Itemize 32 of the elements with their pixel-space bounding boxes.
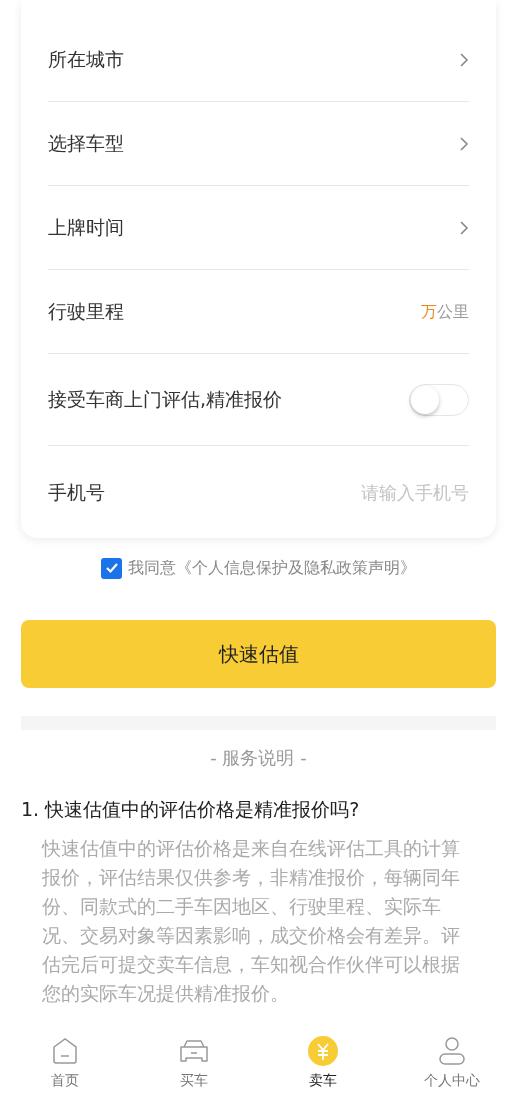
- toggle-switch[interactable]: [409, 383, 469, 416]
- person-icon: [437, 1036, 468, 1066]
- form-label: 上牌时间: [48, 215, 124, 241]
- form-label: 行驶里程: [48, 299, 124, 325]
- unit-label: 公里: [437, 300, 469, 323]
- section-heading: - 服务说明 -: [209, 746, 308, 770]
- tab-bar-item[interactable]: 买车: [129, 1036, 259, 1091]
- form-label: 接受车商上门评估,精准报价: [48, 387, 283, 413]
- check-icon: [104, 561, 119, 575]
- tab-label: 买车: [179, 1071, 208, 1090]
- tab-label: 个人中心: [424, 1071, 481, 1090]
- tab-bar-item[interactable]: 首页: [0, 1036, 130, 1091]
- tab-bar-item[interactable]: 卖车: [258, 1036, 388, 1091]
- tab-bar-item[interactable]: 个人中心: [387, 1036, 517, 1091]
- agreement-text: 我同意《个人信息保护及隐私政策声明》: [128, 557, 416, 579]
- tab-label: 首页: [50, 1071, 79, 1090]
- form-label: 手机号: [48, 479, 105, 505]
- quick-valuation-button[interactable]: 快速估值: [21, 620, 496, 688]
- car-icon: [177, 1037, 210, 1065]
- yuan-coin-icon: [308, 1036, 339, 1066]
- home-icon: [51, 1037, 78, 1065]
- chevron-right-icon: [459, 51, 469, 68]
- chevron-right-icon: [459, 135, 469, 152]
- phone-input-field[interactable]: 请输入手机号: [269, 478, 469, 506]
- agreement-checkbox[interactable]: [101, 557, 122, 579]
- tab-label: 卖车: [309, 1071, 338, 1090]
- form-label: 所在城市: [48, 47, 124, 73]
- faq-answer: 快速估值中的评估价格是来自在线评估工具的计算报价，评估结果仅供参考，非精准报价，每辆同年份、同款式的二手车因地区、行驶里程、实际车况、交易对象等因素影响，成交价格会有差异。评估完后可提交卖车信息，车知视合作伙伴可以根据您的实际车况提供精准报价。: [42, 835, 461, 1006]
- form-label: 选择车型: [48, 131, 124, 157]
- faq-question: 1. 快速估值中的评估价格是精准报价吗?: [21, 797, 361, 822]
- unit-prefix: 万: [421, 300, 437, 323]
- chevron-right-icon: [459, 219, 469, 236]
